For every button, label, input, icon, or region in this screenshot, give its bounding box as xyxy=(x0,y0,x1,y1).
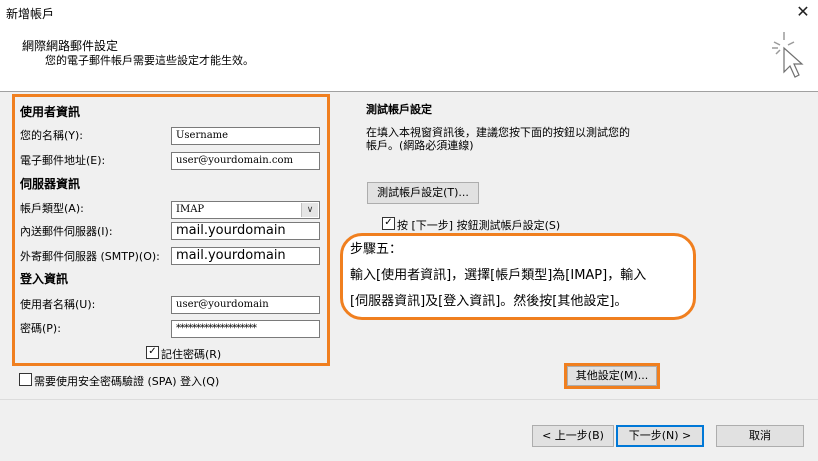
test-description-line2: 帳戶。(網路必須連線) xyxy=(366,139,474,152)
auto-test-label: 按 [下一步] 按鈕測試帳戶設定(S) xyxy=(397,219,561,232)
outgoing-server-label: 外寄郵件伺服器 (SMTP)(O): xyxy=(20,250,160,263)
incoming-server-input[interactable]: mail.yourdomain xyxy=(171,222,320,240)
outgoing-server-input[interactable]: mail.yourdomain xyxy=(171,247,320,265)
test-section-title: 測試帳戶設定 xyxy=(366,103,432,116)
callout-line-2: 輸入[使用者資訊]，選擇[帳戶類型]為[IMAP]，輸入 xyxy=(350,268,647,283)
password-label: 密碼(P): xyxy=(20,322,61,335)
username-label: 使用者名稱(U): xyxy=(20,298,96,311)
header-subtitle: 您的電子郵件帳戶需要這些設定才能生效。 xyxy=(45,54,254,67)
remember-password-checkbox[interactable]: ✓ xyxy=(146,346,159,359)
cursor-sparkle-icon xyxy=(772,32,804,78)
callout-line-3: [伺服器資訊]及[登入資訊]。然後按[其他設定]。 xyxy=(350,294,628,309)
close-icon[interactable]: ✕ xyxy=(793,2,813,22)
back-button[interactable]: < 上一步(B) xyxy=(532,425,614,447)
title-bar: 新增帳戶 ✕ xyxy=(0,0,818,28)
name-label: 您的名稱(Y): xyxy=(20,129,84,142)
server-info-section-label: 伺服器資訊 xyxy=(20,177,81,191)
password-input[interactable]: ******************** xyxy=(171,320,320,338)
user-info-section-label: 使用者資訊 xyxy=(20,105,81,119)
more-settings-button[interactable]: 其他設定(M)... xyxy=(567,366,657,386)
auto-test-checkbox[interactable]: ✓ xyxy=(382,217,395,230)
account-type-value: IMAP xyxy=(176,204,205,215)
cancel-button[interactable]: 取消 xyxy=(716,425,804,447)
spa-checkbox[interactable] xyxy=(19,373,32,386)
spa-label: 需要使用安全密碼驗證 (SPA) 登入(Q) xyxy=(34,375,220,388)
account-type-label: 帳戶類型(A): xyxy=(20,202,84,215)
login-info-section-label: 登入資訊 xyxy=(20,272,69,286)
username-input[interactable]: user@yourdomain xyxy=(171,296,320,314)
window-title: 新增帳戶 xyxy=(6,7,55,21)
name-input[interactable]: Username xyxy=(171,127,320,145)
email-label: 電子郵件地址(E): xyxy=(20,154,106,167)
email-input[interactable]: user@yourdomain.com xyxy=(171,152,320,170)
account-type-select[interactable]: IMAP ∨ xyxy=(171,201,320,219)
instruction-callout: 步驟五： 輸入[使用者資訊]，選擇[帳戶類型]為[IMAP]，輸入 [伺服器資訊… xyxy=(340,233,696,320)
callout-line-1: 步驟五： xyxy=(350,242,403,257)
test-account-button[interactable]: 測試帳戶設定(T)... xyxy=(367,182,479,204)
dialog-header: 網際網路郵件設定 您的電子郵件帳戶需要這些設定才能生效。 xyxy=(0,28,818,92)
next-button[interactable]: 下一步(N) > xyxy=(616,425,704,447)
incoming-server-label: 內送郵件伺服器(I): xyxy=(20,225,113,238)
remember-password-label: 記住密碼(R) xyxy=(161,348,222,361)
chevron-down-icon[interactable]: ∨ xyxy=(301,203,318,217)
